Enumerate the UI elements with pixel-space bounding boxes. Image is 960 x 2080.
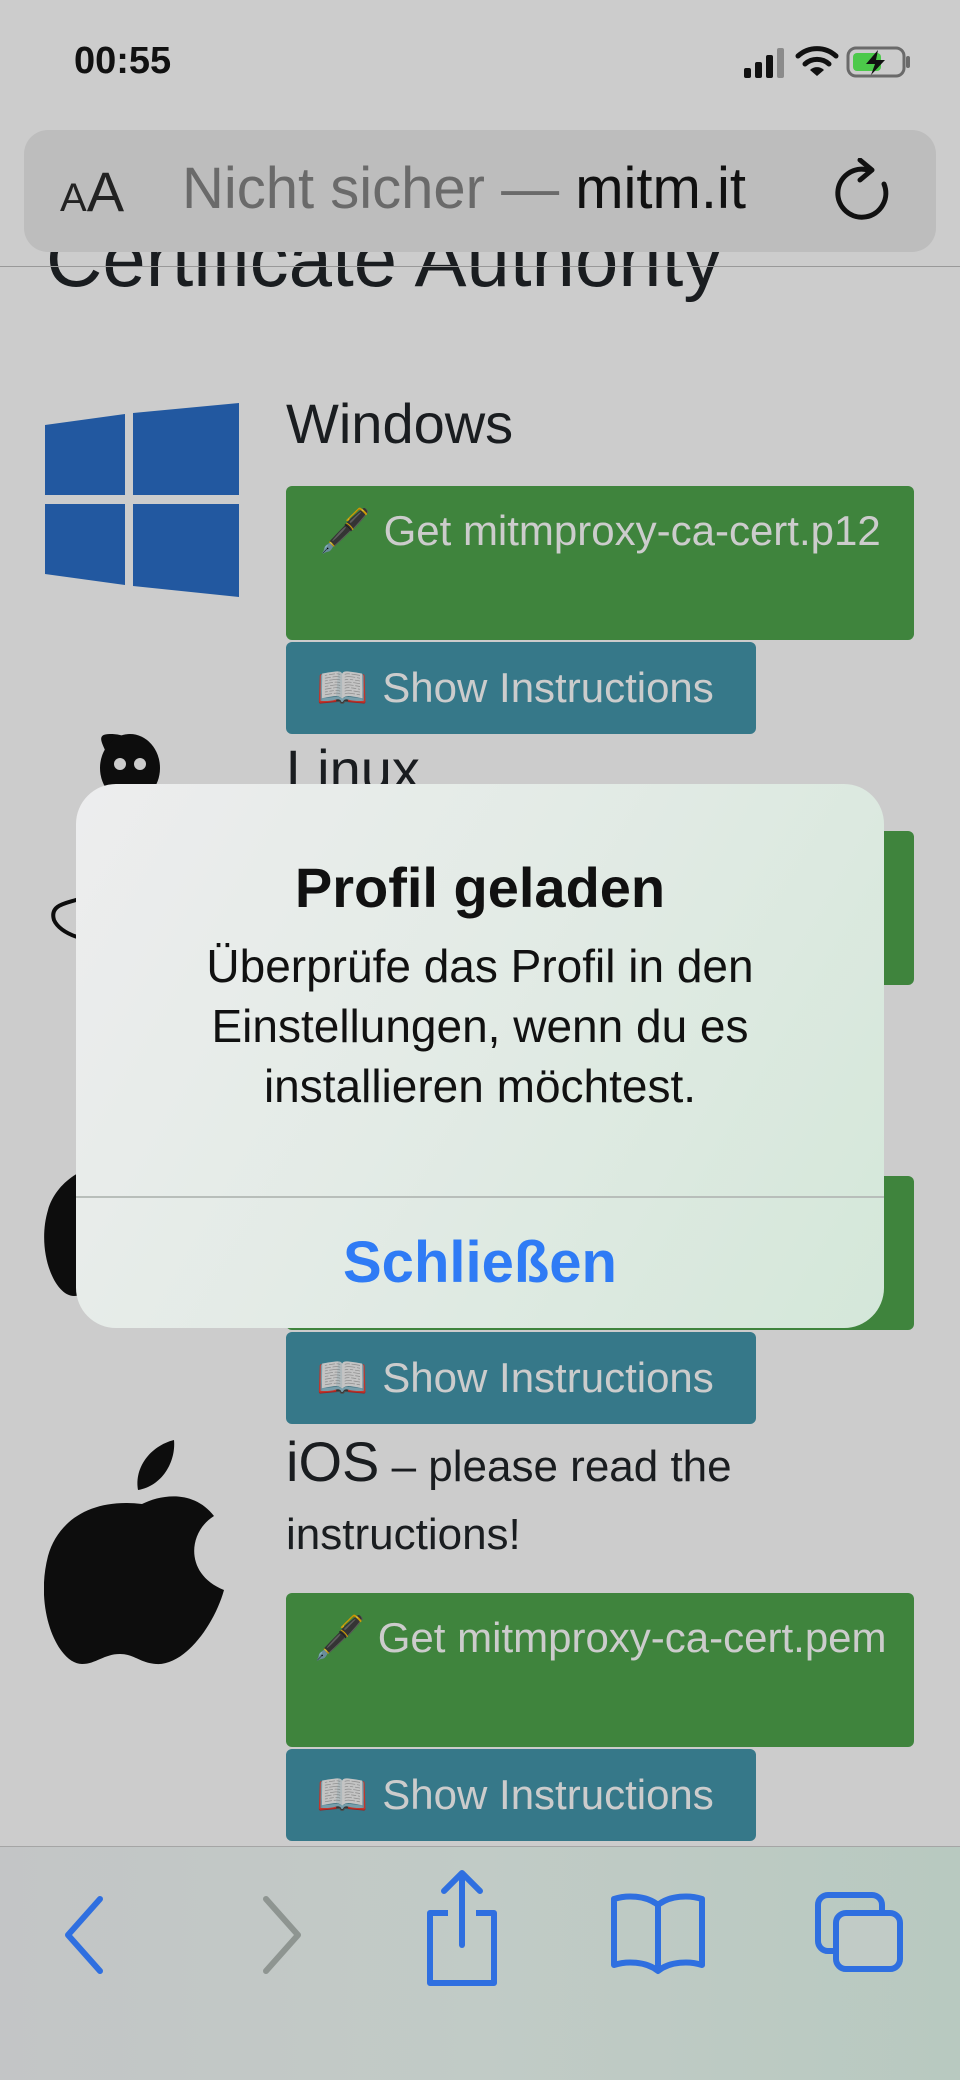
reload-icon[interactable] xyxy=(834,158,896,224)
forward-icon[interactable] xyxy=(250,1887,310,1983)
browser-toolbar xyxy=(0,1846,960,2080)
not-secure-label: Nicht sicher — xyxy=(182,156,576,221)
text-size-large-glyph: A xyxy=(86,160,125,223)
profile-loaded-alert: Profil geladen Überprüfe das Profil in d… xyxy=(76,784,884,1328)
status-time: 00:55 xyxy=(74,40,172,82)
tabs-icon[interactable] xyxy=(814,1891,906,1975)
url-display[interactable]: Nicht sicher — mitm.it xyxy=(182,160,746,218)
bookmarks-icon[interactable] xyxy=(610,1891,706,1975)
address-bar[interactable]: AA Nicht sicher — mitm.it xyxy=(24,130,936,252)
alert-title: Profil geladen xyxy=(294,856,666,919)
alert-message: Überprüfe das Profil in den Einstellunge… xyxy=(206,940,754,1112)
battery-charging-icon xyxy=(846,46,910,78)
status-icons xyxy=(744,46,910,78)
back-icon[interactable] xyxy=(56,1887,116,1983)
text-size-button[interactable]: AA xyxy=(60,164,124,220)
cellular-signal-icon xyxy=(744,48,784,78)
address-bar-divider xyxy=(0,266,960,267)
text-size-small-glyph: A xyxy=(60,176,87,220)
alert-close-button[interactable]: Schließen xyxy=(76,1198,884,1328)
url-host: mitm.it xyxy=(575,156,746,221)
share-icon[interactable] xyxy=(420,1869,504,1989)
wifi-icon xyxy=(795,46,839,76)
